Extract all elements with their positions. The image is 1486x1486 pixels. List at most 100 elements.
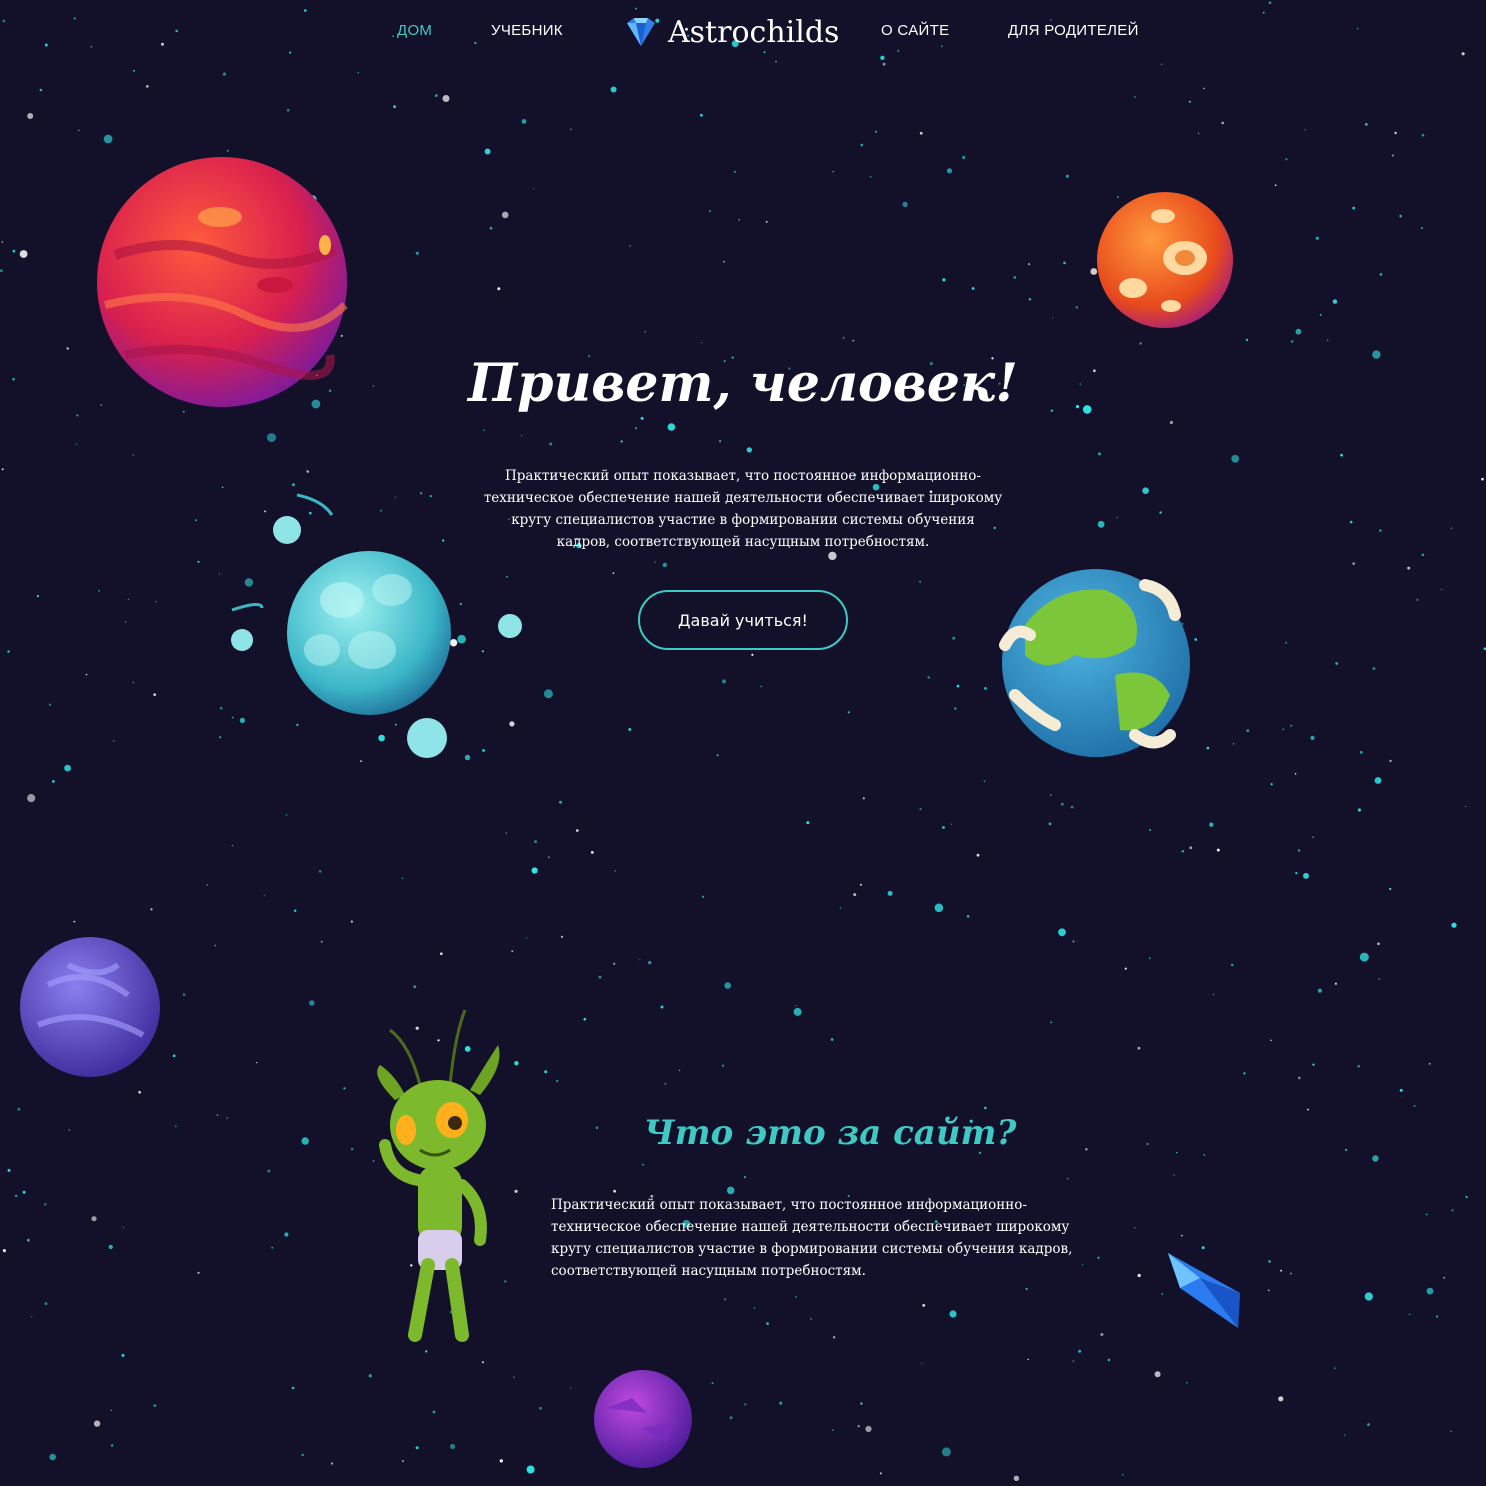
star: [1372, 1155, 1379, 1162]
nav-link-about[interactable]: О САЙТЕ: [881, 22, 949, 39]
star: [543, 689, 553, 699]
star: [1451, 922, 1457, 928]
star: [570, 128, 572, 131]
star: [133, 69, 135, 72]
star: [954, 707, 957, 710]
star: [743, 1176, 747, 1179]
star: [1359, 750, 1363, 754]
star: [927, 676, 931, 679]
star: [511, 950, 514, 953]
star: [1416, 598, 1419, 601]
star: [1315, 236, 1319, 240]
star: [150, 908, 153, 911]
hero-title: Привет, человек!: [467, 352, 1018, 414]
star: [1440, 588, 1443, 591]
star: [442, 95, 450, 102]
star: [701, 342, 703, 344]
star: [952, 636, 956, 640]
star: [48, 703, 52, 706]
star: [483, 429, 485, 431]
star: [350, 1147, 354, 1151]
site-logo[interactable]: Astrochilds: [624, 10, 839, 54]
nav-link-home[interactable]: ДОМ: [397, 22, 432, 39]
star: [44, 1302, 48, 1305]
star: [719, 440, 722, 443]
star: [793, 1007, 802, 1016]
star: [1307, 1108, 1309, 1111]
star: [949, 1310, 957, 1318]
star: [1352, 206, 1355, 210]
star: [1025, 1288, 1028, 1290]
star: [660, 1005, 664, 1009]
star: [832, 1429, 834, 1431]
star: [1465, 805, 1467, 807]
star: [642, 1163, 644, 1166]
star: [1303, 872, 1309, 879]
star: [842, 336, 845, 339]
star: [1161, 63, 1163, 65]
nav-link-parents[interactable]: ДЛЯ РОДИТЕЛЕЙ: [1008, 22, 1139, 39]
star: [1067, 1178, 1069, 1180]
star: [919, 808, 922, 811]
star: [1359, 952, 1369, 962]
star: [44, 1203, 47, 1206]
star: [1139, 342, 1142, 345]
star: [1085, 1148, 1088, 1151]
star: [1407, 566, 1411, 570]
star: [526, 1465, 535, 1474]
star: [2, 1249, 6, 1253]
star: [613, 1189, 616, 1193]
star: [1394, 131, 1397, 135]
star: [1154, 1371, 1161, 1378]
star: [644, 331, 646, 333]
star: [1100, 1333, 1104, 1336]
star: [922, 1304, 926, 1307]
star: [1203, 1153, 1206, 1156]
star: [595, 1126, 599, 1129]
star: [1372, 350, 1381, 359]
star: [110, 1409, 113, 1412]
star: [1285, 158, 1288, 161]
star: [1270, 783, 1273, 786]
star: [613, 962, 616, 965]
start-learning-button[interactable]: Давай учиться!: [638, 590, 848, 650]
star: [343, 1087, 346, 1090]
star: [1367, 1423, 1370, 1426]
star: [614, 870, 616, 872]
purple-planet: [594, 1370, 692, 1468]
star: [64, 764, 71, 772]
star: [1334, 1367, 1336, 1369]
star: [1274, 184, 1277, 186]
star: [1137, 1046, 1141, 1050]
star: [1203, 87, 1205, 90]
star: [942, 826, 945, 829]
star: [1, 241, 4, 243]
star: [1364, 123, 1368, 126]
star: [1267, 1289, 1270, 1292]
star: [667, 423, 676, 431]
star: [984, 687, 987, 690]
nav-link-textbook[interactable]: УЧЕБНИК: [491, 22, 563, 39]
star: [620, 440, 623, 443]
star: [1399, 1088, 1403, 1092]
star: [85, 673, 88, 676]
star: [1188, 100, 1191, 103]
earth-planet: [999, 569, 1190, 757]
star: [1344, 1434, 1346, 1436]
star: [222, 72, 226, 76]
star: [415, 1446, 419, 1450]
star: [489, 226, 493, 230]
star: [1078, 1349, 1082, 1353]
star: [514, 1061, 519, 1066]
star: [634, 427, 637, 430]
star: [830, 1038, 834, 1041]
star: [73, 920, 76, 923]
star: [1013, 276, 1017, 279]
star: [350, 920, 353, 923]
star: [753, 1307, 756, 1309]
star: [1048, 822, 1052, 826]
star: [1298, 1076, 1301, 1080]
star: [724, 1298, 727, 1301]
star: [27, 1238, 30, 1242]
star: [1221, 121, 1224, 125]
